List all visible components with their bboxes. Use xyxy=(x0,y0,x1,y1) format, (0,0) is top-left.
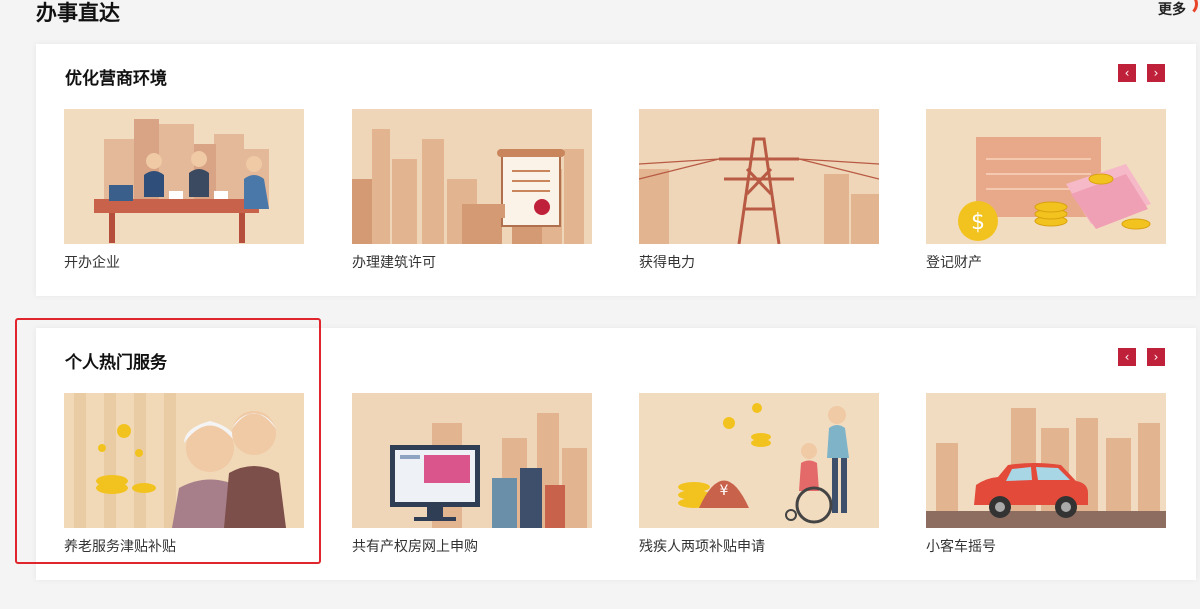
card-elderly-allowance[interactable]: 养老服务津贴补贴 xyxy=(64,393,304,556)
card-shared-housing[interactable]: 共有产权房网上申购 xyxy=(352,393,592,556)
section-title: 优化营商环境 xyxy=(65,69,167,89)
next-button[interactable]: › xyxy=(1147,348,1165,366)
card-start-business[interactable]: 开办企业 xyxy=(64,109,304,272)
svg-text:$: $ xyxy=(971,210,985,235)
certificate-illustration xyxy=(352,109,592,244)
next-button[interactable]: › xyxy=(1147,64,1165,82)
card-get-electricity[interactable]: 获得电力 xyxy=(639,109,879,272)
card-disability-allowance[interactable]: ¥ 残疾人两项补贴申请 xyxy=(639,393,879,556)
chevron-right-icon: › xyxy=(1153,66,1159,80)
card-property-registration[interactable]: $ 登记财产 xyxy=(926,109,1166,272)
card-label: 登记财产 xyxy=(926,255,982,271)
card-label: 小客车摇号 xyxy=(926,539,996,555)
card-label: 共有产权房网上申购 xyxy=(352,539,478,555)
card-label: 残疾人两项补贴申请 xyxy=(639,539,765,555)
card-label: 办理建筑许可 xyxy=(352,255,436,271)
card-label: 获得电力 xyxy=(639,255,695,271)
elderly-couple-illustration xyxy=(64,393,304,528)
chevron-left-icon: ‹ xyxy=(1124,66,1130,80)
card-building-permit[interactable]: 办理建筑许可 xyxy=(352,109,592,272)
car-illustration xyxy=(926,393,1166,528)
chevron-left-icon: ‹ xyxy=(1124,350,1130,364)
coins-illustration: $ xyxy=(926,109,1166,244)
business-meeting-illustration xyxy=(64,109,304,244)
wheelchair-illustration: ¥ xyxy=(639,393,879,528)
section-business-environment: 优化营商环境 ‹ › 开办企业 办理建筑许可 获得电力 $ 登记财产 xyxy=(36,44,1196,296)
monitor-city-illustration xyxy=(352,393,592,528)
prev-button[interactable]: ‹ xyxy=(1118,64,1136,82)
svg-text:¥: ¥ xyxy=(720,483,729,499)
section-title: 个人热门服务 xyxy=(65,353,167,373)
card-label: 养老服务津贴补贴 xyxy=(64,539,176,555)
prev-button[interactable]: ‹ xyxy=(1118,348,1136,366)
section-personal-services: 个人热门服务 ‹ › 养老服务津贴补贴 共有产权房网上申购 ¥ 残疾人两项补贴申… xyxy=(36,328,1196,580)
page-title: 办事直达 xyxy=(36,1,120,25)
power-tower-illustration xyxy=(639,109,879,244)
card-label: 开办企业 xyxy=(64,255,120,271)
chevron-right-icon: › xyxy=(1153,350,1159,364)
card-car-lottery[interactable]: 小客车摇号 xyxy=(926,393,1166,556)
